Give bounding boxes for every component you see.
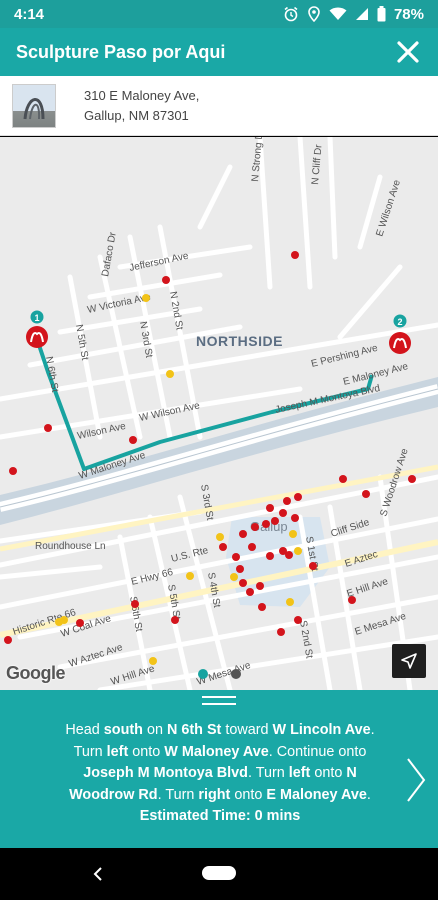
marker-2-number: 2	[397, 317, 402, 327]
wifi-icon	[329, 7, 347, 21]
directions-part: . Turn	[157, 786, 199, 803]
battery-icon	[377, 6, 386, 22]
directions-part: toward	[221, 722, 273, 738]
place-address: 310 E Maloney Ave, Gallup, NM 87301	[84, 86, 199, 126]
directions-text: Head south on N 6th St toward W Lincoln …	[50, 720, 390, 828]
panel-drag-handle[interactable]	[202, 696, 236, 706]
directions-panel[interactable]: Head south on N 6th St toward W Lincoln …	[0, 690, 438, 848]
back-icon[interactable]	[88, 864, 108, 884]
directions-emphasis: W Lincoln Ave	[272, 722, 371, 738]
chevron-right-icon	[407, 758, 426, 802]
close-button[interactable]	[394, 38, 422, 66]
marker-1-number: 1	[34, 313, 39, 323]
directions-part: onto	[230, 786, 267, 803]
home-pill-button[interactable]	[202, 866, 236, 880]
address-line-1: 310 E Maloney Ave,	[84, 87, 200, 103]
directions-emphasis: Joseph M Montoya Blvd	[83, 765, 248, 781]
battery-percent: 78%	[393, 5, 424, 23]
address-line-2: Gallup, NM 87301	[84, 107, 189, 123]
page-title: Sculpture Paso por Aqui	[16, 41, 226, 62]
svg-text:NORTHSIDE: NORTHSIDE	[196, 333, 283, 349]
directions-emphasis: left	[288, 765, 311, 781]
status-bar: 4:14 78%	[0, 0, 438, 28]
estimated-time: Estimated Time: 0 mins	[139, 808, 301, 824]
directions-emphasis: E Maloney Ave	[266, 786, 367, 803]
next-step-button[interactable]	[404, 756, 428, 804]
directions-emphasis: W Maloney Ave	[164, 743, 269, 760]
map-canvas[interactable]: N Strong Dr N Cliff Dr E Wilson Ave Dafa…	[0, 137, 438, 690]
signal-icon	[355, 7, 369, 21]
my-location-button[interactable]	[392, 644, 426, 678]
directions-part: .	[366, 786, 371, 803]
route-map[interactable]: N Strong Dr N Cliff Dr E Wilson Ave Dafa…	[0, 137, 438, 690]
directions-part: . Turn	[247, 765, 289, 781]
header-bar: Sculpture Paso por Aqui	[0, 28, 438, 76]
system-nav-bar	[0, 848, 438, 900]
svg-text:Roundhouse Ln: Roundhouse Ln	[35, 541, 106, 552]
directions-emphasis: N 6th St	[166, 722, 222, 738]
directions-emphasis: south	[103, 722, 143, 738]
location-icon	[307, 6, 321, 22]
pager-dot[interactable]	[231, 669, 241, 679]
directions-part: onto	[128, 743, 165, 760]
place-address-row[interactable]: 310 E Maloney Ave, Gallup, NM 87301	[0, 76, 438, 136]
directions-part: . Continue onto	[268, 743, 367, 760]
alarm-icon	[283, 6, 299, 22]
status-time: 4:14	[14, 5, 45, 23]
status-icons: 78%	[283, 6, 424, 23]
google-attribution: Google	[6, 663, 66, 683]
navigation-arrow-icon	[401, 653, 417, 669]
sculpture-thumbnail	[12, 83, 56, 128]
directions-part: Head	[65, 722, 104, 738]
directions-emphasis: left	[106, 743, 129, 760]
close-icon	[397, 41, 419, 63]
directions-emphasis: right	[198, 786, 231, 803]
pager-dot-active[interactable]	[198, 669, 208, 679]
directions-part: onto	[310, 765, 347, 781]
directions-part: on	[142, 722, 167, 738]
